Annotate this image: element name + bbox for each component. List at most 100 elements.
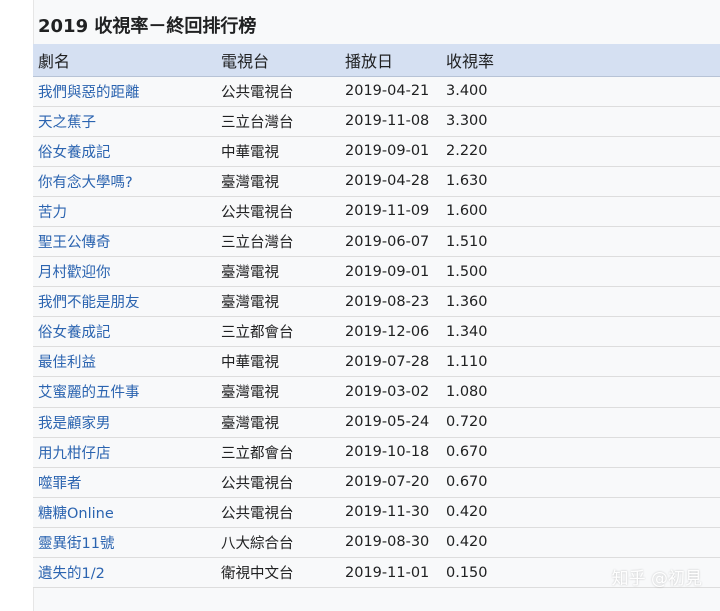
channel-cell: 衛視中文台 bbox=[216, 557, 340, 589]
table-body: 我們與惡的距離 公共電視台 2019-04-21 3.400 天之蕉子 三立台灣台 2019… bbox=[33, 76, 720, 589]
date-cell: 2019-12-06 bbox=[340, 316, 441, 348]
rating-cell: 0.670 bbox=[441, 437, 720, 468]
date-cell: 2019-11-09 bbox=[340, 196, 441, 227]
channel-cell: 臺灣電視 bbox=[216, 166, 340, 197]
channel-cell: 公共電視台 bbox=[216, 196, 340, 227]
drama-link[interactable]: 你有念大學嗎? bbox=[38, 175, 133, 191]
drama-cell: 最佳利益 bbox=[33, 346, 216, 378]
drama-cell: 艾蜜麗的五件事 bbox=[33, 376, 216, 408]
drama-link[interactable]: 月村歡迎你 bbox=[38, 265, 111, 281]
column-header-channel[interactable]: 電視台 bbox=[216, 44, 340, 77]
channel-cell: 中華電視 bbox=[216, 136, 340, 167]
date-cell: 2019-04-21 bbox=[340, 76, 441, 107]
date-cell: 2019-07-20 bbox=[340, 467, 441, 498]
table-row: 俗女養成記 三立都會台 2019-12-06 1.340 bbox=[33, 316, 720, 348]
table-row: 最佳利益 中華電視 2019-07-28 1.110 bbox=[33, 346, 720, 378]
channel-cell: 中華電視 bbox=[216, 346, 340, 378]
watermark: 知乎 @初見 bbox=[611, 569, 702, 589]
page-title: 2019 收視率－終回排行榜 bbox=[38, 16, 257, 37]
date-cell: 2019-07-28 bbox=[340, 346, 441, 378]
table-row: 你有念大學嗎? 臺灣電視 2019-04-28 1.630 bbox=[33, 166, 720, 197]
table-row: 俗女養成記 中華電視 2019-09-01 2.220 bbox=[33, 136, 720, 167]
rating-cell: 0.420 bbox=[441, 497, 720, 528]
drama-cell: 用九柑仔店 bbox=[33, 437, 216, 468]
date-cell: 2019-11-01 bbox=[340, 557, 441, 589]
drama-link[interactable]: 我們與惡的距離 bbox=[38, 85, 140, 101]
channel-cell: 三立都會台 bbox=[216, 437, 340, 468]
drama-cell: 聖王公傳奇 bbox=[33, 226, 216, 258]
drama-cell: 你有念大學嗎? bbox=[33, 166, 216, 197]
drama-link[interactable]: 艾蜜麗的五件事 bbox=[38, 385, 140, 401]
drama-link[interactable]: 俗女養成記 bbox=[38, 145, 111, 161]
drama-link[interactable]: 遺失的1/2 bbox=[38, 566, 105, 582]
drama-link[interactable]: 聖王公傳奇 bbox=[38, 235, 111, 251]
table-row: 糖糖Online 公共電視台 2019-11-30 0.420 bbox=[33, 497, 720, 528]
channel-cell: 三立都會台 bbox=[216, 316, 340, 348]
drama-cell: 我是顧家男 bbox=[33, 407, 216, 438]
channel-cell: 臺灣電視 bbox=[216, 256, 340, 288]
rating-cell: 0.720 bbox=[441, 407, 720, 438]
date-cell: 2019-09-01 bbox=[340, 256, 441, 288]
rating-cell: 0.420 bbox=[441, 527, 720, 559]
column-header-rating[interactable]: 收視率 bbox=[441, 44, 720, 77]
table-row: 靈異街11號 八大綜合台 2019-08-30 0.420 bbox=[33, 527, 720, 559]
drama-link[interactable]: 苦力 bbox=[38, 205, 67, 221]
drama-cell: 苦力 bbox=[33, 196, 216, 227]
column-header-drama[interactable]: 劇名 bbox=[33, 44, 216, 77]
date-cell: 2019-10-18 bbox=[340, 437, 441, 468]
table-row: 噬罪者 公共電視台 2019-07-20 0.670 bbox=[33, 467, 720, 498]
date-cell: 2019-11-08 bbox=[340, 106, 441, 137]
date-cell: 2019-08-30 bbox=[340, 527, 441, 559]
drama-link[interactable]: 俗女養成記 bbox=[38, 325, 111, 341]
channel-cell: 公共電視台 bbox=[216, 76, 340, 107]
channel-cell: 臺灣電視 bbox=[216, 376, 340, 408]
drama-link[interactable]: 噬罪者 bbox=[38, 476, 82, 492]
drama-cell: 天之蕉子 bbox=[33, 106, 216, 137]
rating-cell: 1.600 bbox=[441, 196, 720, 227]
drama-link[interactable]: 用九柑仔店 bbox=[38, 446, 111, 462]
rating-cell: 1.360 bbox=[441, 286, 720, 318]
rating-cell: 0.670 bbox=[441, 467, 720, 498]
channel-cell: 三立台灣台 bbox=[216, 226, 340, 258]
drama-link[interactable]: 天之蕉子 bbox=[38, 115, 96, 131]
date-cell: 2019-03-02 bbox=[340, 376, 441, 408]
date-cell: 2019-08-23 bbox=[340, 286, 441, 318]
drama-cell: 噬罪者 bbox=[33, 467, 216, 498]
rating-cell: 1.630 bbox=[441, 166, 720, 197]
rating-cell: 1.340 bbox=[441, 316, 720, 348]
table-row: 天之蕉子 三立台灣台 2019-11-08 3.300 bbox=[33, 106, 720, 137]
drama-link[interactable]: 我是顧家男 bbox=[38, 416, 111, 432]
drama-cell: 靈異街11號 bbox=[33, 527, 216, 559]
drama-cell: 我們不能是朋友 bbox=[33, 286, 216, 318]
channel-cell: 臺灣電視 bbox=[216, 286, 340, 318]
table-row: 艾蜜麗的五件事 臺灣電視 2019-03-02 1.080 bbox=[33, 376, 720, 408]
date-cell: 2019-04-28 bbox=[340, 166, 441, 197]
table-header-row: 劇名 電視台 播放日 收視率 bbox=[33, 44, 720, 77]
table-row: 用九柑仔店 三立都會台 2019-10-18 0.670 bbox=[33, 437, 720, 468]
table-row: 我們不能是朋友 臺灣電視 2019-08-23 1.360 bbox=[33, 286, 720, 318]
rating-cell: 1.510 bbox=[441, 226, 720, 258]
date-cell: 2019-05-24 bbox=[340, 407, 441, 438]
channel-cell: 公共電視台 bbox=[216, 467, 340, 498]
drama-cell: 俗女養成記 bbox=[33, 316, 216, 348]
channel-cell: 八大綜合台 bbox=[216, 527, 340, 559]
ratings-table: 劇名 電視台 播放日 收視率 我們與惡的距離 公共電視台 2019-04-21 3.4… bbox=[33, 44, 720, 589]
drama-cell: 遺失的1/2 bbox=[33, 557, 216, 589]
table-row: 我們與惡的距離 公共電視台 2019-04-21 3.400 bbox=[33, 76, 720, 107]
drama-link[interactable]: 最佳利益 bbox=[38, 355, 96, 371]
rating-cell: 3.400 bbox=[441, 76, 720, 107]
table-row: 聖王公傳奇 三立台灣台 2019-06-07 1.510 bbox=[33, 226, 720, 258]
drama-link[interactable]: 靈異街11號 bbox=[38, 536, 114, 552]
date-cell: 2019-06-07 bbox=[340, 226, 441, 258]
drama-link[interactable]: 糖糖Online bbox=[38, 506, 114, 522]
rating-cell: 3.300 bbox=[441, 106, 720, 137]
table-row: 月村歡迎你 臺灣電視 2019-09-01 1.500 bbox=[33, 256, 720, 288]
rating-cell: 2.220 bbox=[441, 136, 720, 167]
date-cell: 2019-11-30 bbox=[340, 497, 441, 528]
drama-link[interactable]: 我們不能是朋友 bbox=[38, 295, 140, 311]
rating-cell: 1.500 bbox=[441, 256, 720, 288]
drama-cell: 俗女養成記 bbox=[33, 136, 216, 167]
drama-cell: 月村歡迎你 bbox=[33, 256, 216, 288]
channel-cell: 三立台灣台 bbox=[216, 106, 340, 137]
column-header-date[interactable]: 播放日 bbox=[340, 44, 441, 77]
